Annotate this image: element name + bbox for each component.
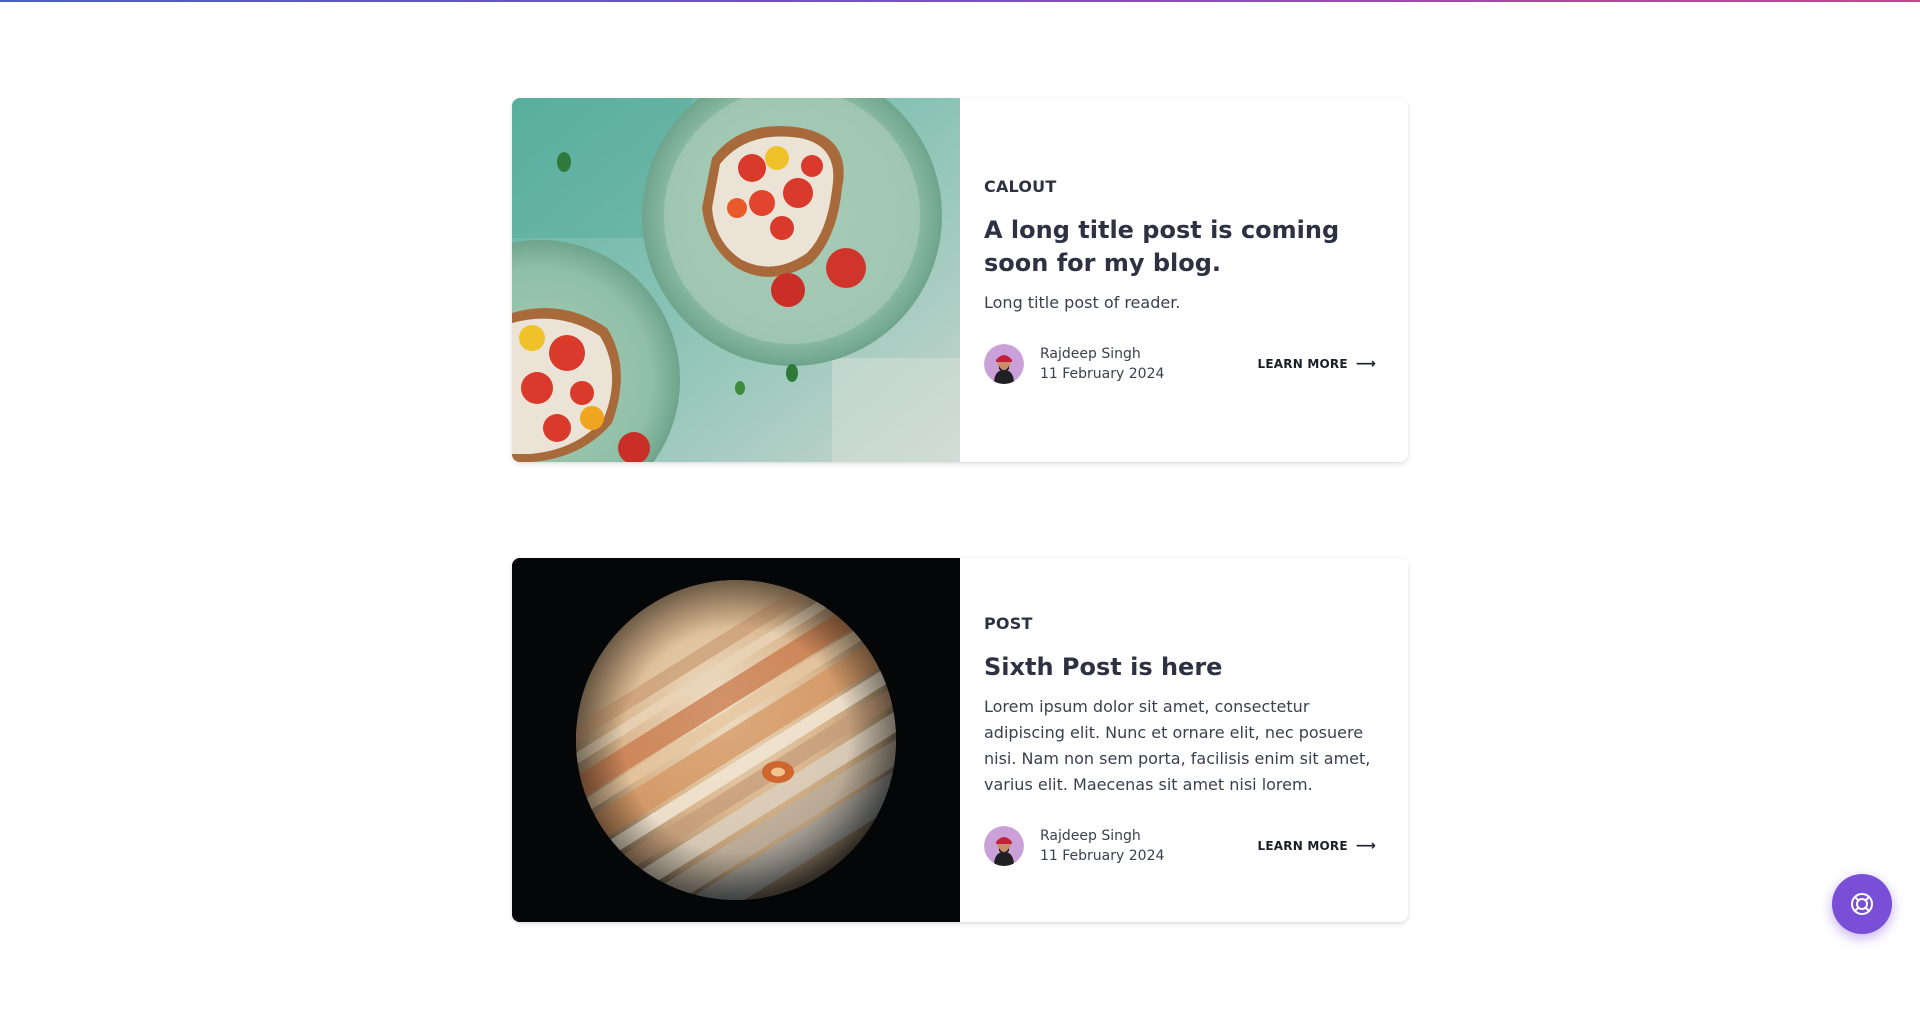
post-image[interactable] <box>512 98 960 462</box>
author-avatar-icon <box>984 826 1024 866</box>
post-title[interactable]: A long title post is coming soon for my … <box>984 214 1376 280</box>
author-avatar-icon <box>984 343 1024 384</box>
post-content: CALOUT A long title post is coming soon … <box>960 98 1408 462</box>
help-lifebuoy-icon <box>1851 893 1873 915</box>
avatar <box>984 826 1024 866</box>
avatar <box>984 343 1024 384</box>
post-footer: Rajdeep Singh 11 February 2024 LEARN MOR… <box>984 343 1376 384</box>
author-meta: Rajdeep Singh 11 February 2024 <box>1040 344 1164 384</box>
post-footer: Rajdeep Singh 11 February 2024 LEARN MOR… <box>984 826 1376 866</box>
post-image[interactable] <box>512 558 960 922</box>
post-excerpt: Lorem ipsum dolor sit amet, consectetur … <box>984 697 1371 794</box>
toast-tomato-plate-image <box>512 98 960 462</box>
post-card: CALOUT A long title post is coming soon … <box>512 98 1408 462</box>
learn-more-link[interactable]: LEARN MORE ⟶ <box>1258 838 1376 854</box>
author-info: Rajdeep Singh 11 February 2024 <box>984 826 1164 866</box>
post-feed: CALOUT A long title post is coming soon … <box>512 98 1408 1018</box>
post-date: 11 February 2024 <box>1040 365 1165 382</box>
learn-more-label: LEARN MORE <box>1257 839 1348 853</box>
arrow-right-icon: ⟶ <box>1355 355 1376 372</box>
author-name[interactable]: Rajdeep Singh <box>1040 826 1164 846</box>
learn-more-label: LEARN MORE <box>1257 356 1348 371</box>
post-content: POST Sixth Post is here Lorem ipsum dolo… <box>960 558 1408 922</box>
author-meta: Rajdeep Singh 11 February 2024 <box>1040 826 1164 866</box>
author-info: Rajdeep Singh 11 February 2024 <box>984 343 1164 384</box>
post-title[interactable]: Sixth Post is here <box>984 651 1376 684</box>
post-date: 11 February 2024 <box>1040 848 1165 864</box>
author-name[interactable]: Rajdeep Singh <box>1040 344 1164 364</box>
post-excerpt: Long title post of reader. <box>984 292 1181 312</box>
reading-progress-bar <box>0 0 1920 2</box>
post-card: POST Sixth Post is here Lorem ipsum dolo… <box>512 558 1408 922</box>
arrow-right-icon: ⟶ <box>1355 838 1376 854</box>
post-category[interactable]: POST <box>984 614 1376 633</box>
jupiter-planet-image <box>512 558 960 922</box>
learn-more-link[interactable]: LEARN MORE ⟶ <box>1258 356 1376 372</box>
help-button[interactable] <box>1832 874 1892 934</box>
post-category[interactable]: CALOUT <box>984 177 1376 196</box>
